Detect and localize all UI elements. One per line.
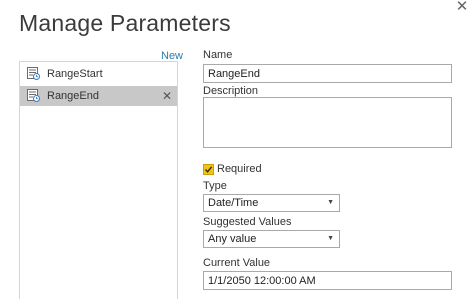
dialog-title: Manage Parameters xyxy=(19,10,231,36)
chevron-down-icon: ▼ xyxy=(327,235,334,242)
type-label: Type xyxy=(203,180,227,192)
parameter-list-item-label: RangeStart xyxy=(47,68,103,80)
suggested-values-label: Suggested Values xyxy=(203,216,292,228)
suggested-values-select[interactable]: Any value ▼ xyxy=(203,230,340,248)
parameter-list-item-rangeend[interactable]: RangeEnd ✕ xyxy=(20,86,177,106)
chevron-down-icon: ▼ xyxy=(327,199,334,206)
description-label: Description xyxy=(203,85,259,97)
parameter-icon xyxy=(27,89,40,102)
type-select[interactable]: Date/Time ▼ xyxy=(203,194,340,212)
required-label: Required xyxy=(217,163,262,175)
parameter-icon xyxy=(27,67,40,80)
parameter-list-item-label: RangeEnd xyxy=(47,90,99,102)
suggested-values-select-value: Any value xyxy=(208,233,257,245)
checkmark-icon xyxy=(204,166,213,173)
required-checkbox[interactable] xyxy=(203,164,214,175)
name-label: Name xyxy=(203,49,233,61)
parameter-list: RangeStart RangeEnd ✕ xyxy=(19,61,178,299)
close-icon[interactable]: ✕ xyxy=(455,0,469,14)
description-field[interactable] xyxy=(203,97,452,148)
delete-parameter-icon[interactable]: ✕ xyxy=(161,86,173,106)
name-field[interactable] xyxy=(203,64,452,83)
current-value-label: Current Value xyxy=(203,257,271,269)
type-select-value: Date/Time xyxy=(208,197,259,209)
parameter-list-item-rangestart[interactable]: RangeStart xyxy=(20,64,177,84)
current-value-field[interactable] xyxy=(203,271,452,290)
